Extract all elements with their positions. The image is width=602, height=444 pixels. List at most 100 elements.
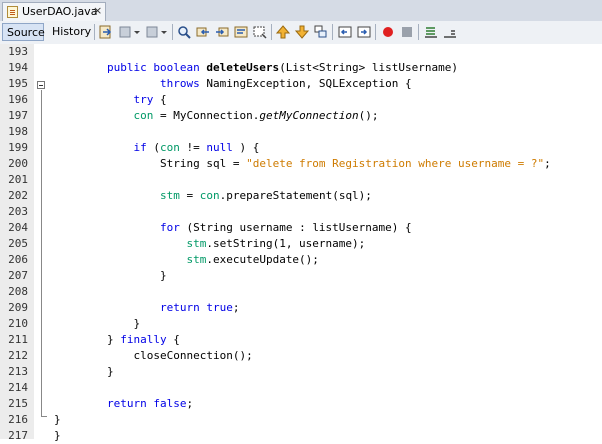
code-token: } [54,413,61,426]
previous-bookmark-icon[interactable] [276,25,290,39]
code-token: boolean [153,61,207,74]
code-line[interactable]: 207 } [0,268,602,284]
history-button[interactable]: History [48,23,91,41]
find-selection-icon[interactable] [177,25,191,39]
code-line[interactable]: 194 public boolean deleteUsers(List<Stri… [0,60,602,76]
code-line[interactable]: 209 return true; [0,300,602,316]
code-line[interactable]: 214 [0,380,602,396]
start-macro-recording-icon[interactable] [381,25,395,39]
back-icon[interactable] [118,25,132,39]
editor-tab-bar: UserDAO.java × [0,0,602,22]
code-line[interactable]: 210 } [0,316,602,332]
tab-userdao-java[interactable]: UserDAO.java × [2,2,106,21]
code-line[interactable]: 197 con = MyConnection.getMyConnection()… [0,108,602,124]
code-text: } [54,316,140,332]
code-text: return false; [54,396,193,412]
find-previous-icon[interactable] [196,25,210,39]
code-text: closeConnection(); [54,348,252,364]
line-number: 198 [8,125,28,138]
code-token: != [179,141,207,154]
code-token: "delete from Registration where username… [246,157,545,170]
code-line[interactable]: 216} [0,412,602,428]
code-token: ( [153,141,160,154]
code-line[interactable]: 217} [0,428,602,444]
toggle-rectangular-selection-icon[interactable] [253,25,267,39]
code-line[interactable]: 206 stm.executeUpdate(); [0,252,602,268]
code-line[interactable]: 195 throws NamingException, SQLException… [0,76,602,92]
code-text: con = MyConnection.getMyConnection(); [54,108,378,124]
code-token: con [159,141,180,154]
stop-macro-recording-icon[interactable] [400,25,414,39]
code-token: stm [186,237,207,250]
code-token: finally [120,333,174,346]
code-line[interactable]: 213 } [0,364,602,380]
code-token: ; [232,301,240,314]
java-file-icon [7,6,18,18]
code-line[interactable]: 211 } finally { [0,332,602,348]
code-token: ; [544,157,551,170]
last-edit-icon[interactable] [99,25,113,39]
code-token: = MyConnection. [153,109,260,122]
toggle-bookmark-icon[interactable] [314,25,328,39]
code-text: stm = con.prepareStatement(sql); [54,188,372,204]
code-token: con [133,109,154,122]
code-line[interactable]: 196 try { [0,92,602,108]
code-token: NamingException, SQLException { [206,77,412,90]
code-editor[interactable]: 193 194 public boolean deleteUsers(List<… [0,44,602,442]
forward-icon[interactable] [145,25,159,39]
line-number: 194 [8,61,28,74]
code-token: { [173,333,180,346]
code-line[interactable]: 198 [0,124,602,140]
code-line[interactable]: 202 stm = con.prepareStatement(sql); [0,188,602,204]
comment-icon[interactable] [424,25,438,39]
find-next-icon[interactable] [215,25,229,39]
code-token: ) { [232,141,260,154]
line-number: 197 [8,109,28,122]
code-line[interactable]: 212 closeConnection(); [0,348,602,364]
code-token: con [199,189,220,202]
code-text: if (con != null ) { [54,140,259,156]
code-line[interactable]: 201 [0,172,602,188]
code-token: return [159,301,207,314]
shift-left-icon[interactable] [338,25,352,39]
code-token: } [80,317,141,330]
line-number: 212 [8,349,28,362]
code-line[interactable]: 193 [0,44,602,60]
source-button[interactable]: Source [2,23,45,41]
forward-dropdown-icon[interactable] [160,25,168,39]
line-number: 193 [8,45,28,58]
code-token: .executeUpdate(); [206,253,319,266]
code-token: getMyConnection [259,109,359,122]
line-number: 206 [8,253,28,266]
code-token: return [107,397,154,410]
code-token: String sql = [80,157,247,170]
code-line[interactable]: 205 stm.setString(1, username); [0,236,602,252]
code-text: try { [54,92,166,108]
code-line[interactable]: 199 if (con != null ) { [0,140,602,156]
code-text: } [54,428,61,444]
code-token: .prepareStatement(sql); [219,189,372,202]
uncomment-icon[interactable] [443,25,457,39]
code-text: stm.setString(1, username); [54,236,365,252]
back-dropdown-icon[interactable] [133,25,141,39]
next-bookmark-icon[interactable] [295,25,309,39]
code-line[interactable]: 203 [0,204,602,220]
code-line[interactable]: 208 [0,284,602,300]
code-token: } [54,429,61,442]
toggle-highlight-icon[interactable] [234,25,248,39]
line-number: 200 [8,157,28,170]
code-line[interactable]: 200 String sql = "delete from Registrati… [0,156,602,172]
close-tab-icon[interactable]: × [93,4,102,17]
shift-right-icon[interactable] [357,25,371,39]
code-token: public [106,61,154,74]
code-line[interactable]: 215 return false; [0,396,602,412]
tab-label: UserDAO.java [22,5,98,18]
code-token: true [206,301,233,314]
code-line[interactable]: 204 for (String username : listUsername)… [0,220,602,236]
line-number: 202 [8,189,28,202]
